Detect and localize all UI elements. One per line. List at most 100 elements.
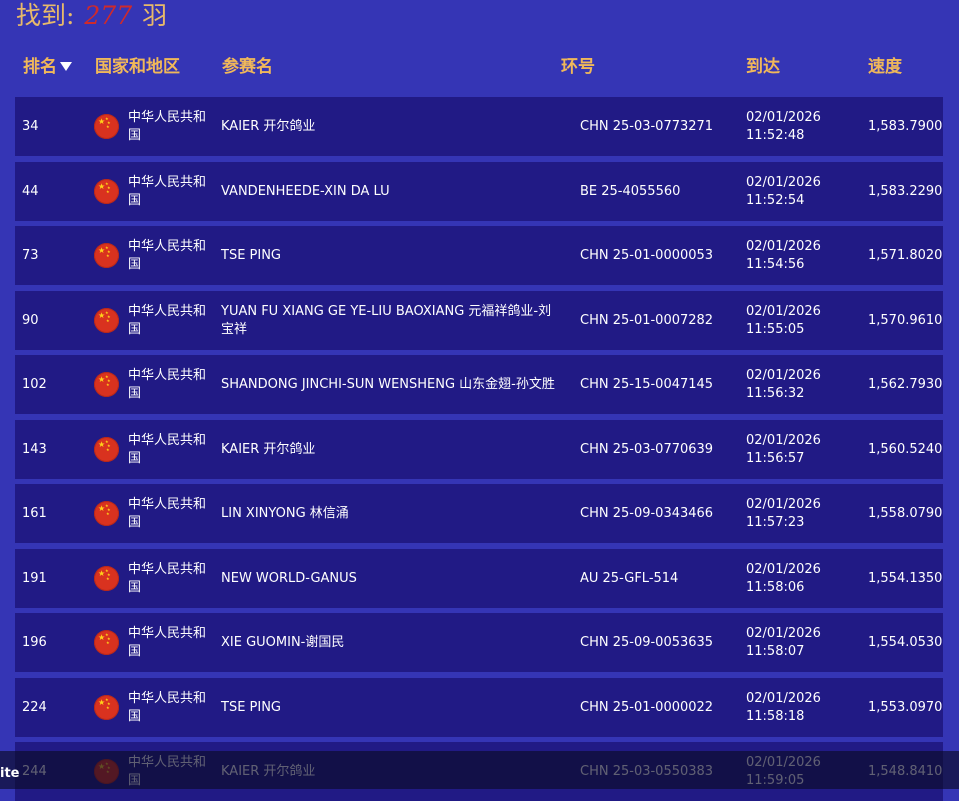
speed-cell: 1,562.7930 [868,377,943,392]
speed-cell: 1,571.8020 [868,248,943,263]
sort-desc-arrow-icon[interactable] [60,62,72,71]
ring-number-cell[interactable]: CHN 25-01-0000022 [580,678,713,737]
table-row[interactable]: 90 ★ ★ ★ ★ 中华人民共和国 YUAN FU XIANG GE YE-LIU BAO… [15,291,943,350]
country-cell: 中华人民共和国 [128,432,207,466]
column-header-rank[interactable]: 排名 [23,50,72,84]
ring-number-cell[interactable]: BE 25-4055560 [580,162,680,221]
rank-cell: 44 [22,184,39,199]
arrival-date: 02/01/2026 [746,625,821,641]
result-count-prefix: 找到: [16,1,75,30]
rank-cell: 191 [22,571,47,586]
china-flag-icon: ★★★★ [94,630,119,655]
china-flag-icon: ★★★★ [94,308,119,333]
arrival-time: 11:58:18 [746,708,805,724]
china-flag-icon: ★★★★ [94,566,119,591]
rank-cell: 73 [22,248,39,263]
table-row[interactable]: 161 ★ ★ ★ ★ 中华人民共和国 LIN XINYONG 林信涌 CHN 25-09-0… [15,484,943,543]
arrival-date: 02/01/2026 [746,367,821,383]
table-row[interactable]: 34 ★ ★ ★ ★ 中华人民共和国 KAIER 开尔鸽业 CHN 25-03-0773271… [15,97,943,156]
table-row[interactable]: 143 ★ ★ ★ ★ 中华人民共和国 KAIER 开尔鸽业 CHN 25-03-077063… [15,420,943,479]
arrival-cell: 02/01/2026 11:58:06 [746,549,836,608]
speed-cell: 1,560.5240 [868,442,943,457]
flag-cell: ★★★★ [94,549,119,608]
china-flag-icon: ★★★★ [94,114,119,139]
column-header-country[interactable]: 国家和地区 [95,50,180,84]
country-cell: 中华人民共和国 [128,174,207,208]
country-cell: 中华人民共和国 [128,561,207,595]
arrival-cell: 02/01/2026 11:52:48 [746,97,836,156]
ring-number-cell[interactable]: CHN 25-15-0047145 [580,355,713,414]
column-header-arrival[interactable]: 到达 [746,50,780,84]
china-flag-icon: ★★★★ [94,695,119,720]
country-cell: 中华人民共和国 [128,238,207,272]
country-cell: 中华人民共和国 [128,303,207,337]
arrival-date: 02/01/2026 [746,561,821,577]
arrival-date: 02/01/2026 [746,238,821,254]
ring-number-cell[interactable]: CHN 25-03-0773271 [580,97,713,156]
arrival-cell: 02/01/2026 11:52:54 [746,162,836,221]
column-header-speed[interactable]: 速度 [868,50,902,84]
column-header-rank-label: 排名 [23,57,57,77]
result-count-suffix: 羽 [142,1,168,30]
speed-cell: 1,553.0970 [868,700,943,715]
ring-number-cell[interactable]: CHN 25-03-0770639 [580,420,713,479]
table-row[interactable]: 191 ★ ★ ★ ★ 中华人民共和国 NEW WORLD-GANUS AU 25-GFL-5… [15,549,943,608]
table-row[interactable]: 224 ★ ★ ★ ★ 中华人民共和国 TSE PING CHN 25-01-0000022 0… [15,678,943,737]
rank-cell: 161 [22,506,47,521]
entrant-name-cell[interactable]: LIN XINYONG 林信涌 [221,484,561,543]
ring-number-cell[interactable]: CHN 25-09-0053635 [580,613,713,672]
arrival-time: 11:57:23 [746,514,805,530]
result-count-number: 277 [84,1,133,30]
arrival-time: 11:58:07 [746,643,805,659]
country-cell: 中华人民共和国 [128,625,207,659]
speed-cell: 1,583.2290 [868,184,943,199]
arrival-time: 11:56:57 [746,450,805,466]
flag-cell: ★★★★ [94,355,119,414]
arrival-cell: 02/01/2026 11:57:23 [746,484,836,543]
arrival-cell: 02/01/2026 11:58:18 [746,678,836,737]
rank-cell: 90 [22,313,39,328]
entrant-name-cell[interactable]: NEW WORLD-GANUS [221,549,561,608]
arrival-cell: 02/01/2026 11:56:57 [746,420,836,479]
country-cell: 中华人民共和国 [128,109,207,143]
entrant-name-cell[interactable]: VANDENHEEDE-XIN DA LU [221,162,561,221]
country-cell: 中华人民共和国 [128,496,207,530]
arrival-cell: 02/01/2026 11:55:05 [746,291,836,350]
ring-number-cell[interactable]: CHN 25-01-0000053 [580,226,713,285]
table-row[interactable]: 102 ★ ★ ★ ★ 中华人民共和国 SHANDONG JINCHI-SUN WENSHE… [15,355,943,414]
arrival-date: 02/01/2026 [746,432,821,448]
rank-cell: 224 [22,700,47,715]
speed-cell: 1,554.1350 [868,571,943,586]
result-count-summary: 找到: 277 羽 [16,0,167,32]
rank-cell: 196 [22,635,47,650]
entrant-name-cell[interactable]: TSE PING [221,678,561,737]
table-header: 排名 国家和地区 参赛名 环号 到达 速度 [0,50,959,84]
column-header-name[interactable]: 参赛名 [222,50,273,84]
rank-cell: 102 [22,377,47,392]
arrival-date: 02/01/2026 [746,690,821,706]
ring-number-cell[interactable]: AU 25-GFL-514 [580,549,678,608]
china-flag-icon: ★★★★ [94,372,119,397]
china-flag-icon: ★★★★ [94,437,119,462]
entrant-name-cell[interactable]: SHANDONG JINCHI-SUN WENSHENG 山东金翅-孙文胜 [221,355,561,414]
entrant-name-cell[interactable]: KAIER 开尔鸽业 [221,420,561,479]
flag-cell: ★★★★ [94,678,119,737]
bottom-overlay-bar: ite [0,751,959,789]
column-header-ring[interactable]: 环号 [561,50,595,84]
table-row[interactable]: 196 ★ ★ ★ ★ 中华人民共和国 XIE GUOMIN-谢国民 CHN 25-09-00… [15,613,943,672]
table-row[interactable]: 44 ★ ★ ★ ★ 中华人民共和国 VANDENHEEDE-XIN DA LU BE 25-… [15,162,943,221]
arrival-date: 02/01/2026 [746,174,821,190]
ring-number-cell[interactable]: CHN 25-01-0007282 [580,291,713,350]
china-flag-icon: ★★★★ [94,179,119,204]
arrival-time: 11:56:32 [746,385,805,401]
table-row[interactable]: 73 ★ ★ ★ ★ 中华人民共和国 TSE PING CHN 25-01-0000053 02… [15,226,943,285]
entrant-name-cell[interactable]: YUAN FU XIANG GE YE-LIU BAOXIANG 元福祥鸽业-刘… [221,291,561,350]
speed-cell: 1,554.0530 [868,635,943,650]
entrant-name-cell[interactable]: TSE PING [221,226,561,285]
ring-number-cell[interactable]: CHN 25-09-0343466 [580,484,713,543]
entrant-name-cell[interactable]: XIE GUOMIN-谢国民 [221,613,561,672]
flag-cell: ★★★★ [94,420,119,479]
entrant-name-cell[interactable]: KAIER 开尔鸽业 [221,97,561,156]
arrival-cell: 02/01/2026 11:58:07 [746,613,836,672]
bottom-bar-label[interactable]: ite [0,751,20,789]
